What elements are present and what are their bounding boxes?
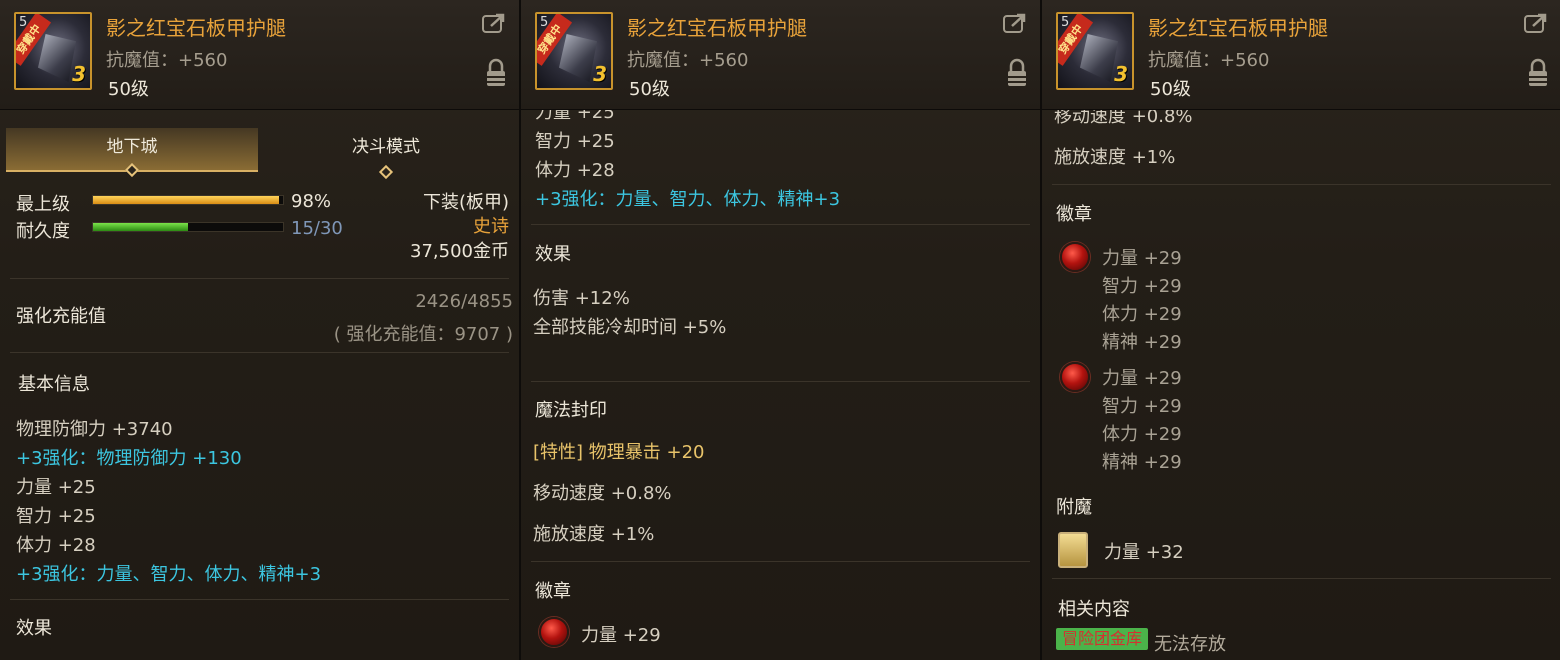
item-header: 5 穿戴中 3 影之红宝石板甲护腿 抗魔值：+560 50级	[521, 0, 1040, 110]
item-tooltip-panel-2: 力量 +25 5 穿戴中 3 影之红宝石板甲护腿 抗魔值：+560 50级 智力…	[521, 0, 1040, 660]
stat-line: 体力 +28	[16, 535, 96, 556]
top-grade-bar-fill	[93, 196, 280, 204]
enchant-card-icon	[1058, 532, 1088, 568]
rarity: 史诗	[473, 216, 509, 237]
divider	[10, 352, 509, 353]
emblem-stat: 体力 +29	[1102, 304, 1182, 325]
stat-line: +3强化：物理防御力 +130	[16, 448, 242, 469]
item-resist: 抗魔值：+560	[106, 50, 228, 71]
red-emblem-icon	[539, 617, 569, 647]
icon-count: 3	[1114, 62, 1128, 86]
seal-line: [特性] 物理暴击 +20	[533, 442, 705, 463]
share-icon[interactable]	[1523, 12, 1549, 42]
emblem-stat: 精神 +29	[1102, 332, 1182, 353]
item-header: 5 穿戴中 3 影之红宝石板甲护腿 抗魔值：+560 50级	[1042, 0, 1560, 110]
basic-info-title: 基本信息	[18, 374, 90, 395]
seal-line: 施放速度 +1%	[533, 524, 655, 545]
icon-count: 3	[72, 62, 86, 86]
divider	[10, 278, 509, 279]
enchant-stat: 力量 +32	[1104, 542, 1184, 563]
item-level: 50级	[108, 79, 149, 100]
item-resist: 抗魔值：+560	[627, 50, 749, 71]
related-tag: 冒险团金库	[1056, 628, 1149, 650]
emblem-stat: 力量 +29	[1102, 368, 1182, 389]
tab-pvp-label: 决斗模式	[352, 137, 420, 157]
divider	[531, 381, 1030, 382]
mode-tabs: 地下城 决斗模式	[6, 128, 512, 180]
emblem-stat: 力量 +29	[1102, 248, 1182, 269]
seal-title: 魔法封印	[535, 400, 607, 421]
red-emblem-icon	[1060, 242, 1090, 272]
stat-line: 物理防御力 +3740	[16, 419, 173, 440]
enchant-title: 附魔	[1056, 497, 1092, 518]
top-grade-bar	[92, 195, 284, 205]
red-emblem-icon	[1060, 362, 1090, 392]
emblem-stat: 力量 +29	[581, 625, 661, 646]
stat-line: 智力 +25	[16, 506, 96, 527]
item-icon: 5 穿戴中 3	[1056, 12, 1134, 90]
durability-value: 15/30	[291, 218, 343, 239]
item-tooltip-panel-1: 5 穿戴中 3 影之红宝石板甲护腿 抗魔值：+560 50级 地下城 决斗模式 …	[0, 0, 519, 660]
related-text: 无法存放	[1154, 634, 1226, 655]
stat-line: 智力 +25	[535, 131, 615, 152]
emblem-stat: 体力 +29	[1102, 424, 1182, 445]
top-grade-label: 最上级	[16, 194, 70, 215]
item-level: 50级	[629, 79, 670, 100]
leggings-icon	[559, 34, 597, 82]
slot-type: 下装(板甲)	[422, 192, 509, 213]
durability-bar	[92, 222, 284, 232]
divider	[531, 224, 1030, 225]
item-name: 影之红宝石板甲护腿	[627, 16, 807, 40]
effect-title: 效果	[16, 618, 52, 639]
seal-line: 施放速度 +1%	[1054, 147, 1176, 168]
divider	[531, 561, 1030, 562]
charge-label: 强化充能值	[16, 306, 106, 327]
tab-indicator-icon	[124, 162, 140, 178]
divider	[1052, 578, 1551, 579]
item-header: 5 穿戴中 3 影之红宝石板甲护腿 抗魔值：+560 50级	[0, 0, 519, 110]
item-icon: 5 穿戴中 3	[14, 12, 92, 90]
divider	[10, 599, 509, 600]
related-title: 相关内容	[1058, 599, 1130, 620]
divider	[1052, 184, 1551, 185]
seal-line: 移动速度 +0.8%	[533, 483, 672, 504]
item-tooltip-panel-3: 移动速度 +0.8% 5 穿戴中 3 影之红宝石板甲护腿 抗魔值：+560 50…	[1042, 0, 1560, 660]
item-level: 50级	[1150, 79, 1191, 100]
durability-label: 耐久度	[16, 221, 70, 242]
stat-line: 体力 +28	[535, 160, 615, 181]
effect-title: 效果	[535, 244, 571, 265]
icon-count: 3	[593, 62, 607, 86]
emblem-stat: 智力 +29	[1102, 276, 1182, 297]
lock-icon[interactable]	[485, 58, 507, 94]
charge-value: 2426/4855	[415, 291, 513, 312]
emblem-stat: 智力 +29	[1102, 396, 1182, 417]
price: 37,500金币	[410, 241, 509, 262]
lock-icon[interactable]	[1527, 58, 1549, 94]
durability-bar-fill	[93, 223, 188, 231]
item-resist: 抗魔值：+560	[1148, 50, 1270, 71]
effect-line: 伤害 +12%	[533, 288, 630, 309]
lock-icon[interactable]	[1006, 58, 1028, 94]
stat-line: +3强化：力量、智力、体力、精神+3	[16, 564, 322, 585]
item-name: 影之红宝石板甲护腿	[1148, 16, 1328, 40]
stat-line: 力量 +25	[16, 477, 96, 498]
tab-indicator-icon	[378, 164, 394, 180]
charge-sub: ( 强化充能值：9707 )	[333, 324, 513, 345]
tab-pvp[interactable]: 决斗模式	[260, 128, 512, 180]
emblem-title: 徽章	[1056, 204, 1092, 225]
share-icon[interactable]	[1002, 12, 1028, 42]
item-name: 影之红宝石板甲护腿	[106, 16, 286, 40]
tab-dungeon-label: 地下城	[106, 137, 158, 157]
stat-line: +3强化：力量、智力、体力、精神+3	[535, 189, 841, 210]
top-grade-pct: 98%	[291, 191, 332, 212]
tab-dungeon[interactable]: 地下城	[6, 128, 258, 178]
leggings-icon	[1080, 34, 1118, 82]
effect-line: 全部技能冷却时间 +5%	[533, 317, 727, 338]
emblem-title: 徽章	[535, 581, 571, 602]
emblem-stat: 精神 +29	[1102, 452, 1182, 473]
share-icon[interactable]	[481, 12, 507, 42]
item-icon: 5 穿戴中 3	[535, 12, 613, 90]
leggings-icon	[38, 34, 76, 82]
